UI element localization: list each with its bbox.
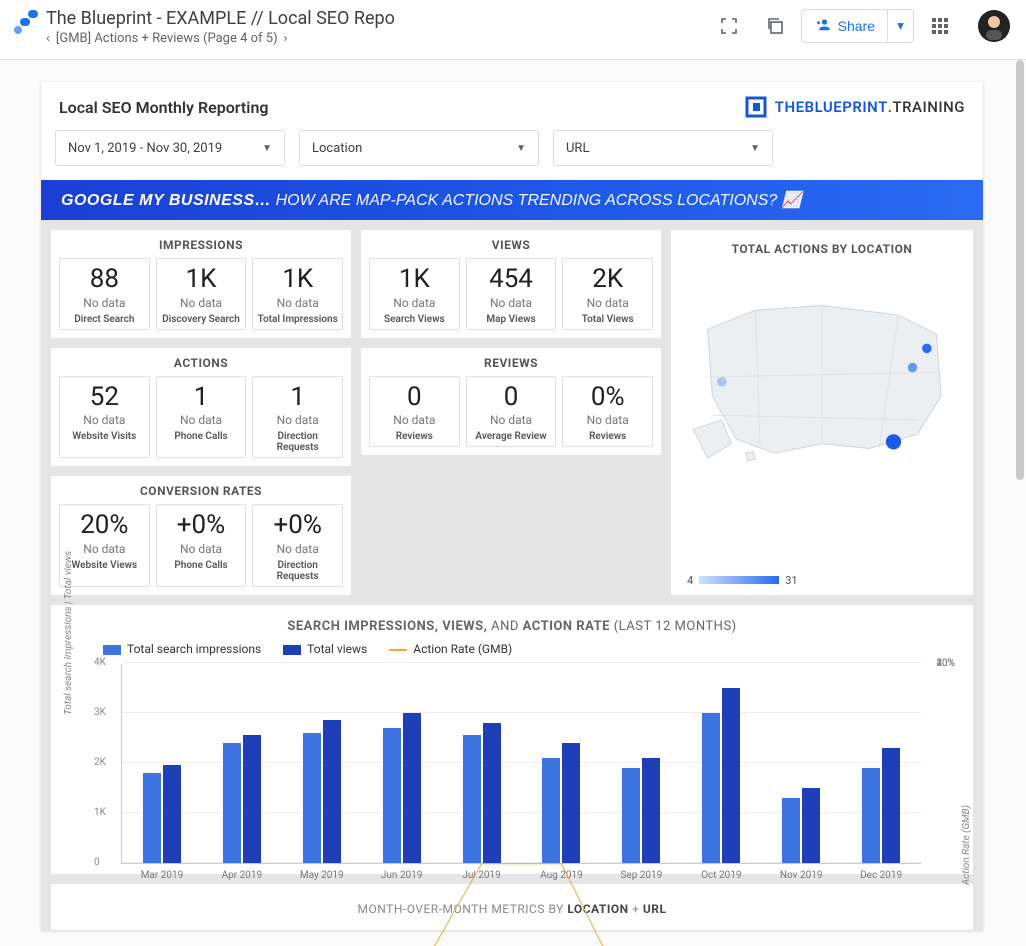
chart-title: SEARCH IMPRESSIONS, VIEWS, AND ACTION RA… xyxy=(61,619,963,634)
map-panel: TOTAL ACTIONS BY LOCATION 431 xyxy=(671,230,973,595)
y-axis-label: Total search impressions | Total views xyxy=(63,551,74,715)
metric-card: 1No dataPhone Calls xyxy=(156,376,247,459)
chart-panel: SEARCH IMPRESSIONS, VIEWS, AND ACTION RA… xyxy=(51,605,973,874)
metric-card: 0No dataAverage Review xyxy=(466,376,557,448)
copy-icon[interactable] xyxy=(755,6,795,46)
metric-card: 0No dataReviews xyxy=(369,376,460,448)
metric-card: +0%No dataPhone Calls xyxy=(156,504,247,587)
y2-axis-label: Action Rate (GMB) xyxy=(961,805,972,885)
app-bar: The Blueprint - EXAMPLE // Local SEO Rep… xyxy=(0,0,1026,60)
apps-grid-icon[interactable] xyxy=(920,6,960,46)
conversion-panel: CONVERSION RATES 20%No dataWebsite Views… xyxy=(51,476,351,595)
mom-section-title: MONTH-OVER-MONTH METRICS BY LOCATION + U… xyxy=(51,884,973,930)
document-title[interactable]: The Blueprint - EXAMPLE // Local SEO Rep… xyxy=(46,8,436,29)
metric-card: +0%No dataDirection Requests xyxy=(252,504,343,587)
chevron-right-icon[interactable]: › xyxy=(284,31,288,46)
metric-card: 1KNo dataTotal Impressions xyxy=(252,258,343,330)
location-picker[interactable]: Location▼ xyxy=(299,130,539,166)
report-page: Local SEO Monthly Reporting THEBLUEPRINT… xyxy=(41,82,983,930)
chart-plot-area[interactable]: 01K2K3K4K10%20%30%40%Mar 2019Apr 2019May… xyxy=(121,664,921,864)
chevron-down-icon: ▼ xyxy=(262,143,272,154)
metric-card: 1KNo dataDiscovery Search xyxy=(156,258,247,330)
person-add-icon xyxy=(814,16,832,37)
metric-card: 454No dataMap Views xyxy=(466,258,557,330)
reviews-panel: REVIEWS 0No dataReviews 0No dataAverage … xyxy=(361,348,661,456)
breadcrumb-page[interactable]: [GMB] Actions + Reviews (Page 4 of 5) xyxy=(56,31,278,46)
date-range-picker[interactable]: Nov 1, 2019 - Nov 30, 2019▼ xyxy=(55,130,285,166)
url-picker[interactable]: URL▼ xyxy=(553,130,773,166)
impressions-panel: IMPRESSIONS 88No dataDirect Search 1KNo … xyxy=(51,230,351,338)
chevron-left-icon[interactable]: ‹ xyxy=(46,31,50,46)
avatar[interactable] xyxy=(978,10,1010,42)
actions-panel: ACTIONS 52No dataWebsite Visits 1No data… xyxy=(51,348,351,467)
filter-row: Nov 1, 2019 - Nov 30, 2019▼ Location▼ UR… xyxy=(41,130,983,180)
metric-card: 1No dataDirection Requests xyxy=(252,376,343,459)
map-dot[interactable] xyxy=(886,434,901,449)
views-panel: VIEWS 1KNo dataSearch Views 454No dataMa… xyxy=(361,230,661,338)
map-dot[interactable] xyxy=(908,363,918,373)
report-canvas: Local SEO Monthly Reporting THEBLUEPRINT… xyxy=(0,60,1026,946)
share-button[interactable]: Share xyxy=(801,9,888,43)
metric-card: 0%No dataReviews xyxy=(562,376,653,448)
metric-card: 2KNo dataTotal Views xyxy=(562,258,653,330)
brand-logo: THEBLUEPRINT.TRAINING xyxy=(745,96,965,118)
metric-card: 1KNo dataSearch Views xyxy=(369,258,460,330)
breadcrumb: ‹ [GMB] Actions + Reviews (Page 4 of 5) … xyxy=(46,31,709,46)
metric-card: 88No dataDirect Search xyxy=(59,258,150,330)
chart-legend: Total search impressions Total views Act… xyxy=(61,642,963,656)
chevron-down-icon: ▼ xyxy=(516,143,526,154)
us-map[interactable] xyxy=(679,262,965,492)
share-dropdown-button[interactable]: ▾ xyxy=(888,9,914,43)
map-dot[interactable] xyxy=(717,377,727,387)
metric-card: 52No dataWebsite Visits xyxy=(59,376,150,459)
map-legend: 431 xyxy=(687,574,798,587)
section-banner: GOOGLE MY BUSINESS… HOW ARE MAP-PACK ACT… xyxy=(41,180,983,220)
map-dot[interactable] xyxy=(922,344,932,354)
fullscreen-icon[interactable] xyxy=(709,6,749,46)
datastudio-logo-icon xyxy=(10,10,40,44)
report-title: Local SEO Monthly Reporting xyxy=(59,98,269,117)
chevron-down-icon: ▼ xyxy=(750,143,760,154)
scrollbar-thumb[interactable] xyxy=(1016,60,1024,480)
share-label: Share xyxy=(838,18,875,34)
